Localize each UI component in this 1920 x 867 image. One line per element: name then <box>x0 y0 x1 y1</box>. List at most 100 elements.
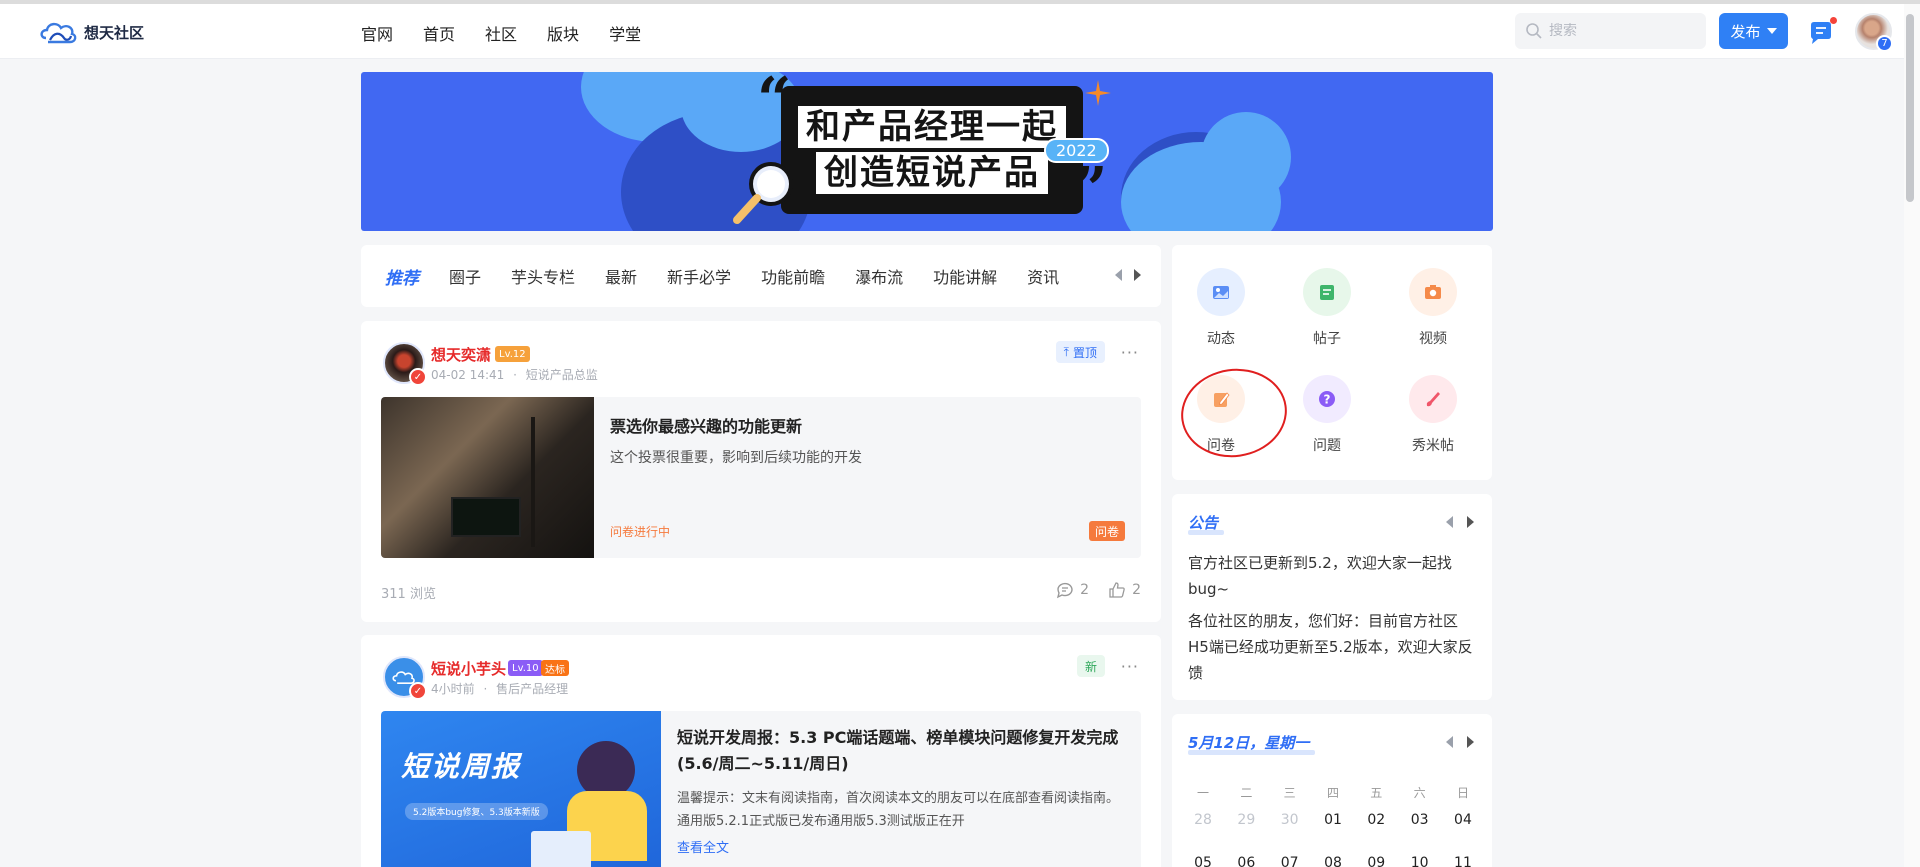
search-icon <box>1526 23 1542 39</box>
question-icon: ? <box>1303 375 1351 423</box>
announcement-title: 公告 <box>1188 514 1225 535</box>
calendar-weekdays: 一 二 三 四 五 六 日 <box>1188 784 1478 801</box>
announcement-item[interactable]: 各位社区的朋友，您们好：目前官方社区H5端已经成功更新至5.2版本，欢迎大家反馈 <box>1188 608 1478 686</box>
tab-taro-column[interactable]: 芋头专栏 <box>511 264 575 288</box>
nav-official[interactable]: 官网 <box>361 21 393 45</box>
post-card[interactable]: ✓ 短说小芋头 Lv.10 达标 4小时前 · 售后产品经理 新 ··· 短说周… <box>361 635 1161 867</box>
cloud-logo-icon <box>40 22 77 44</box>
unread-dot <box>1830 17 1837 24</box>
promo-banner[interactable]: “ ” 和产品经理一起 创造短说产品 2022 <box>361 72 1493 231</box>
next-announcement-icon[interactable] <box>1467 516 1474 528</box>
meta-separator: · <box>483 682 488 696</box>
camera-icon <box>1409 268 1457 316</box>
publish-button[interactable]: 发布 <box>1719 13 1788 49</box>
notification-count-badge: 7 <box>1876 35 1893 52</box>
calendar-day[interactable]: 03 <box>1405 812 1435 828</box>
calendar-day[interactable]: 05 <box>1188 855 1218 867</box>
quick-action-label: 秀米帖 <box>1412 438 1454 454</box>
nav-academy[interactable]: 学堂 <box>609 21 641 45</box>
banner-cloud <box>1201 112 1291 202</box>
article-preview[interactable]: 短说周报 5.2版本bug修复、5.3版本新版 短说开发周报：5.3 PC端话题… <box>381 711 1141 867</box>
calendar-day[interactable]: 10 <box>1405 855 1435 867</box>
calendar-day[interactable]: 30 <box>1275 812 1305 828</box>
pinned-label: 置顶 <box>1072 345 1097 360</box>
quick-action-label: 视频 <box>1419 331 1447 347</box>
author-name[interactable]: 短说小芋头 <box>431 658 506 679</box>
post-title[interactable]: 短说开发周报：5.3 PC端话题端、榜单模块问题修复开发完成(5.6/周二~5.… <box>677 725 1127 777</box>
calendar-day[interactable]: 28 <box>1188 812 1218 828</box>
tab-latest[interactable]: 最新 <box>605 264 637 288</box>
search-box[interactable] <box>1515 13 1706 49</box>
verified-icon: ✓ <box>409 682 427 700</box>
like-button[interactable]: 2 <box>1108 581 1141 599</box>
view-count: 311 浏览 <box>381 587 436 602</box>
site-header: 想天社区 官网 首页 社区 版块 学堂 发布 7 <box>0 4 1904 59</box>
messages-button[interactable] <box>1807 17 1837 47</box>
nav-sections[interactable]: 版块 <box>547 21 579 45</box>
author-name[interactable]: 想天奕潇 <box>431 344 491 365</box>
tab-circles[interactable]: 圈子 <box>449 264 481 288</box>
quick-action-question[interactable]: ? 问题 <box>1292 375 1362 455</box>
quick-action-xiumi[interactable]: 秀米帖 <box>1398 375 1468 455</box>
tab-next-icon[interactable] <box>1134 269 1141 281</box>
tab-prev-icon[interactable] <box>1115 269 1122 281</box>
tab-preview[interactable]: 功能前瞻 <box>761 264 825 288</box>
quick-action-moment[interactable]: 动态 <box>1186 268 1256 348</box>
quick-action-post[interactable]: 帖子 <box>1292 268 1362 348</box>
author-role: 售后产品经理 <box>496 682 569 696</box>
nav-home[interactable]: 首页 <box>423 21 455 45</box>
page-scrollbar-thumb[interactable] <box>1906 14 1914 202</box>
search-input[interactable] <box>1549 23 1699 39</box>
author-role: 短说产品总监 <box>525 368 598 382</box>
post-meta: 4小时前 · 售后产品经理 <box>431 680 568 697</box>
quick-action-label: 动态 <box>1207 331 1235 347</box>
more-options-icon[interactable]: ··· <box>1121 657 1139 676</box>
prev-announcement-icon[interactable] <box>1446 516 1453 528</box>
prev-month-icon[interactable] <box>1446 736 1453 748</box>
banner-headline: 和产品经理一起 创造短说产品 <box>781 86 1083 214</box>
publish-label: 发布 <box>1730 22 1761 41</box>
banner-line-1: 和产品经理一起 <box>798 106 1066 148</box>
cover-subtitle: 5.2版本bug修复、5.3版本新版 <box>405 803 548 820</box>
post-card[interactable]: ✓ 想天奕潇 Lv.12 04-02 14:41 · 短说产品总监 ⤒ 置顶 ·… <box>361 321 1161 622</box>
calendar-day[interactable]: 08 <box>1318 855 1348 867</box>
survey-preview[interactable]: 票选你最感兴趣的功能更新 这个投票很重要，影响到后续功能的开发 问卷进行中 问卷 <box>381 397 1141 558</box>
pinned-badge: ⤒ 置顶 <box>1055 341 1105 363</box>
calendar-day[interactable]: 02 <box>1361 812 1391 828</box>
comment-button[interactable]: 2 <box>1056 581 1089 599</box>
tab-recommended[interactable]: 推荐 <box>385 264 419 289</box>
tab-news[interactable]: 资讯 <box>1027 264 1059 288</box>
user-avatar[interactable]: 7 <box>1855 13 1893 52</box>
weekday-label: 五 <box>1370 786 1383 800</box>
announcement-item[interactable]: 官方社区已更新到5.2，欢迎大家一起找bug~ <box>1188 550 1478 602</box>
calendar-pager <box>1446 736 1474 748</box>
verified-icon: ✓ <box>409 368 427 386</box>
calendar-day[interactable]: 29 <box>1231 812 1261 828</box>
calendar-day[interactable]: 01 <box>1318 812 1348 828</box>
site-logo[interactable]: 想天社区 <box>38 18 144 46</box>
calendar-day[interactable]: 07 <box>1275 855 1305 867</box>
tab-feature-guide[interactable]: 功能讲解 <box>933 264 997 288</box>
next-month-icon[interactable] <box>1467 736 1474 748</box>
weekday-label: 三 <box>1283 786 1296 800</box>
category-tabs: 推荐 圈子 芋头专栏 最新 新手必学 功能前瞻 瀑布流 功能讲解 资讯 <box>361 245 1161 307</box>
calendar-day[interactable]: 11 <box>1448 855 1478 867</box>
nav-community[interactable]: 社区 <box>485 21 517 45</box>
post-description: 温馨提示：文末有阅读指南，首次阅读本文的朋友可以在底部查看阅读指南。通用版5.2… <box>677 791 1120 829</box>
post-cover-image: 短说周报 5.2版本bug修复、5.3版本新版 <box>381 711 661 867</box>
calendar-day[interactable]: 06 <box>1231 855 1261 867</box>
document-icon <box>1303 268 1351 316</box>
post-title[interactable]: 票选你最感兴趣的功能更新 <box>610 413 802 437</box>
quick-action-video[interactable]: 视频 <box>1398 268 1468 348</box>
announcement-panel: 公告 官方社区已更新到5.2，欢迎大家一起找bug~ 各位社区的朋友，您们好：目… <box>1172 494 1492 700</box>
calendar-day[interactable]: 09 <box>1361 855 1391 867</box>
new-badge: 新 <box>1076 655 1105 677</box>
calendar-day[interactable]: 04 <box>1448 812 1478 828</box>
tab-beginner[interactable]: 新手必学 <box>667 264 731 288</box>
illustration-laptop <box>531 831 591 867</box>
tab-waterfall[interactable]: 瀑布流 <box>855 264 903 288</box>
read-more-link[interactable]: 查看全文 <box>677 837 729 856</box>
more-options-icon[interactable]: ··· <box>1121 343 1139 362</box>
announcement-pager <box>1446 516 1474 528</box>
level-badge: Lv.10 <box>508 660 543 676</box>
